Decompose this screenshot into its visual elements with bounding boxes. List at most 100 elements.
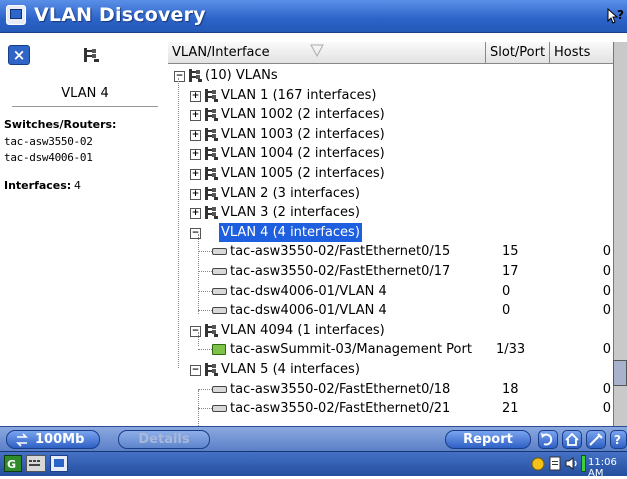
hosts-cell: 0 bbox=[602, 244, 611, 259]
vlan-row[interactable]: − VLAN 5 (4 interfaces) bbox=[168, 360, 613, 379]
expand-icon[interactable]: + bbox=[190, 169, 201, 180]
slot-port-cell: 0 bbox=[502, 303, 511, 318]
network-status-icon[interactable] bbox=[530, 455, 546, 472]
column-header-vlan-interface[interactable]: VLAN/Interface bbox=[168, 42, 486, 63]
network-icon bbox=[205, 206, 218, 219]
network-icon bbox=[205, 89, 218, 102]
expand-icon[interactable]: + bbox=[190, 91, 201, 102]
row-label: (10) VLANs bbox=[205, 68, 278, 83]
tree-connector bbox=[198, 271, 212, 272]
row-label: tac-dsw4006-01/VLAN 4 bbox=[230, 284, 387, 299]
row-label: tac-asw3550-02/FastEthernet0/15 bbox=[230, 244, 451, 259]
row-label: VLAN 4094 (1 interfaces) bbox=[221, 323, 385, 338]
switch-item: tac-dsw4006-01 bbox=[4, 151, 93, 164]
expand-icon[interactable]: + bbox=[190, 189, 201, 200]
vlan-row[interactable]: + VLAN 1005 (2 interfaces) bbox=[168, 164, 613, 183]
ethernet-port-icon bbox=[212, 405, 227, 412]
row-label: tac-asw3550-02/FastEthernet0/17 bbox=[230, 264, 451, 279]
hosts-cell: 0 bbox=[602, 284, 611, 299]
close-panel-button[interactable]: × bbox=[8, 45, 30, 65]
collapse-icon[interactable]: − bbox=[190, 365, 201, 376]
volume-icon[interactable] bbox=[564, 455, 580, 472]
divider bbox=[12, 106, 158, 107]
slot-port-cell: 1/33 bbox=[496, 342, 526, 357]
row-label: VLAN 1002 (2 interfaces) bbox=[221, 107, 385, 122]
interfaces-label: Interfaces: bbox=[4, 179, 72, 192]
tree-guide-line bbox=[198, 390, 199, 426]
vlan-row[interactable]: + VLAN 1004 (2 interfaces) bbox=[168, 144, 613, 163]
column-header-hosts[interactable]: Hosts bbox=[550, 42, 613, 63]
expand-icon[interactable]: + bbox=[190, 208, 201, 219]
expand-icon[interactable]: + bbox=[190, 110, 201, 121]
speed-button[interactable]: 100Mb bbox=[6, 430, 100, 449]
row-label: tac-asw3550-02/FastEthernet0/18 bbox=[230, 382, 451, 397]
interface-row[interactable]: tac-asw3550-02/FastEthernet0/18 18 0 bbox=[168, 380, 613, 399]
taskbar: G 11:06 AM bbox=[0, 451, 627, 479]
table-header: VLAN/Interface Slot/Port Hosts bbox=[168, 42, 613, 64]
network-icon bbox=[189, 69, 202, 82]
row-label: VLAN 1 (167 interfaces) bbox=[221, 88, 377, 103]
start-icon[interactable]: G bbox=[4, 455, 22, 472]
network-icon bbox=[205, 167, 218, 180]
vlan-row[interactable]: + VLAN 1003 (2 interfaces) bbox=[168, 125, 613, 144]
tree-connector bbox=[198, 349, 212, 350]
expand-icon[interactable]: + bbox=[190, 130, 201, 141]
row-label: VLAN 1003 (2 interfaces) bbox=[221, 127, 385, 142]
help-icon[interactable]: ? bbox=[606, 5, 626, 27]
collapse-icon[interactable]: − bbox=[190, 228, 201, 239]
interface-row[interactable]: tac-asw3550-02/FastEthernet0/15 15 0 bbox=[168, 242, 613, 261]
ethernet-port-icon bbox=[212, 288, 227, 295]
interface-row[interactable]: tac-dsw4006-01/VLAN 4 0 0 bbox=[168, 301, 613, 320]
clipboard-icon[interactable] bbox=[548, 455, 562, 472]
vlan-row[interactable]: + VLAN 1 (167 interfaces) bbox=[168, 86, 613, 105]
hosts-cell: 0 bbox=[602, 401, 611, 416]
row-label: VLAN 1004 (2 interfaces) bbox=[221, 146, 385, 161]
details-button[interactable]: Details bbox=[118, 430, 210, 449]
interface-row[interactable]: tac-dsw4006-01/VLAN 4 0 0 bbox=[168, 282, 613, 301]
vlan-row[interactable]: − VLAN 4094 (1 interfaces) bbox=[168, 321, 613, 340]
collapse-icon[interactable]: − bbox=[174, 71, 185, 82]
ethernet-port-icon bbox=[212, 386, 227, 393]
sort-arrow-icon bbox=[310, 44, 324, 58]
window-title: VLAN Discovery bbox=[34, 4, 206, 26]
vlan-row[interactable]: − VLAN 4 (4 interfaces) bbox=[168, 223, 613, 242]
row-label: VLAN 4 (4 interfaces) bbox=[219, 223, 362, 242]
collapse-icon[interactable]: − bbox=[190, 326, 201, 337]
switches-label: Switches/Routers: bbox=[4, 118, 117, 131]
vlan-row[interactable]: + VLAN 1002 (2 interfaces) bbox=[168, 105, 613, 124]
vlan-row[interactable]: + VLAN 2 (3 interfaces) bbox=[168, 184, 613, 203]
network-icon bbox=[205, 147, 218, 160]
row-label: VLAN 5 (4 interfaces) bbox=[221, 362, 360, 377]
tools-icon[interactable] bbox=[586, 430, 606, 449]
column-header-slot-port[interactable]: Slot/Port bbox=[486, 42, 550, 63]
network-icon bbox=[82, 47, 100, 63]
hosts-cell: 0 bbox=[602, 342, 611, 357]
expand-icon[interactable]: + bbox=[190, 149, 201, 160]
management-port-icon bbox=[212, 344, 226, 355]
row-label: VLAN 3 (2 interfaces) bbox=[221, 205, 360, 220]
vlan-root-row[interactable]: − (10) VLANs bbox=[168, 66, 613, 85]
network-icon bbox=[205, 108, 218, 121]
interface-row[interactable]: tac-asw3550-02/FastEthernet0/21 21 0 bbox=[168, 399, 613, 418]
tree-connector bbox=[198, 251, 212, 252]
row-label: VLAN 1005 (2 interfaces) bbox=[221, 166, 385, 181]
network-icon bbox=[205, 187, 218, 200]
bottom-toolbar: 100Mb Details Report ? bbox=[0, 426, 627, 451]
hosts-cell: 0 bbox=[602, 303, 611, 318]
refresh-icon[interactable] bbox=[538, 430, 558, 449]
vlan-row[interactable]: + VLAN 3 (2 interfaces) bbox=[168, 203, 613, 222]
transfer-icon bbox=[16, 433, 28, 447]
report-button[interactable]: Report bbox=[445, 430, 531, 449]
ethernet-port-icon bbox=[212, 307, 227, 314]
tree-connector bbox=[198, 389, 212, 390]
interface-row[interactable]: tac-asw3550-02/FastEthernet0/17 17 0 bbox=[168, 262, 613, 281]
vlan-tree[interactable]: − (10) VLANs + VLAN 1 (167 interfaces) + VLAN… bbox=[168, 64, 613, 426]
scrollbar-thumb[interactable] bbox=[613, 360, 627, 386]
vlan-app-task-icon[interactable] bbox=[50, 455, 68, 472]
ethernet-port-icon bbox=[212, 268, 227, 275]
interface-row[interactable]: tac-aswSummit-03/Management Port 1/33 0 bbox=[168, 340, 613, 359]
home-icon[interactable] bbox=[562, 430, 582, 449]
app-icon bbox=[6, 5, 26, 25]
help-button-icon[interactable]: ? bbox=[610, 430, 627, 449]
keyboard-icon[interactable] bbox=[26, 455, 46, 472]
